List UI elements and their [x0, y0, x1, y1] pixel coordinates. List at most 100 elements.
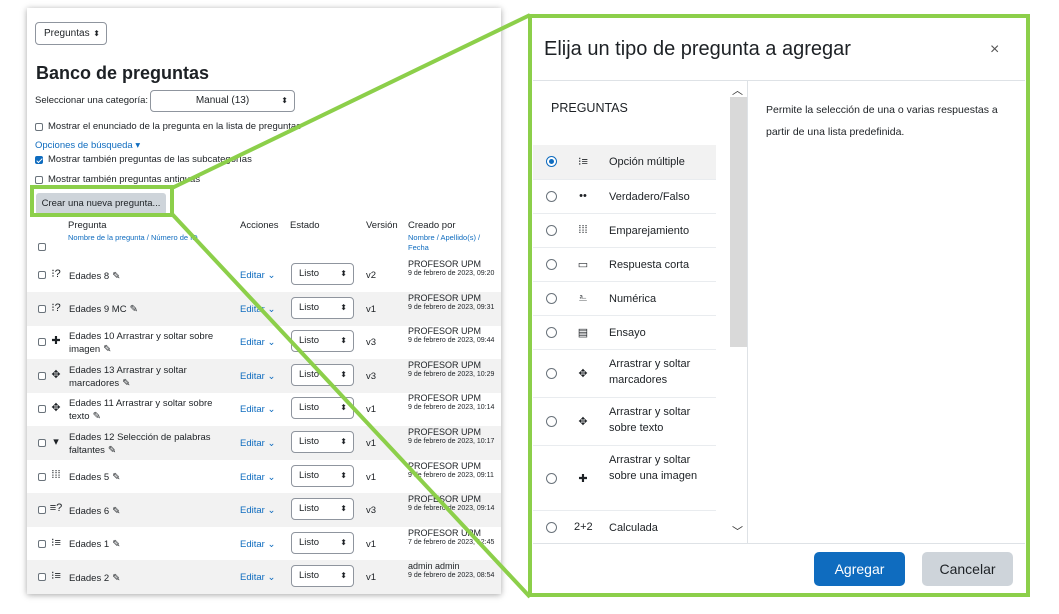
state-select[interactable]: Listo ⬍ — [291, 498, 354, 521]
question-type-radio[interactable] — [546, 156, 557, 167]
question-type-option[interactable]: ✥ Arrastrar y soltar sobre texto — [533, 397, 716, 445]
add-button[interactable]: Agregar — [814, 552, 905, 586]
chevron-down-icon: ⌄ — [267, 270, 276, 281]
pencil-icon[interactable]: ✎ — [112, 539, 120, 550]
search-options-toggle[interactable]: Opciones de búsqueda ▾ — [35, 140, 140, 151]
row-checkbox[interactable] — [38, 371, 46, 380]
edit-menu[interactable]: Editar ⌄ — [240, 371, 275, 382]
category-select[interactable]: Manual (13) ⬍ — [150, 90, 295, 112]
randomsa-icon: ≡? — [49, 502, 63, 515]
create-question-button[interactable]: Crear una nueva pregunta... — [36, 193, 166, 215]
show-old-checkbox[interactable] — [35, 176, 43, 184]
author-name: admin admin — [408, 561, 460, 572]
calculated-icon: 2+2 — [574, 521, 593, 533]
cancel-button[interactable]: Cancelar — [922, 552, 1013, 586]
row-checkbox[interactable] — [38, 405, 46, 414]
question-type-option[interactable]: ▤ Ensayo — [533, 315, 716, 349]
question-type-radio[interactable] — [546, 293, 557, 304]
question-type-label: Arrastrar y soltar sobre texto — [609, 406, 691, 434]
column-question[interactable]: Pregunta — [68, 220, 107, 231]
pencil-icon[interactable]: ✎ — [103, 344, 111, 355]
state-select[interactable]: Listo ⬍ — [291, 431, 354, 453]
question-type-option[interactable]: •• Verdadero/Falso — [533, 179, 716, 213]
edit-menu[interactable]: Editar ⌄ — [240, 304, 275, 315]
state-select[interactable]: Listo ⬍ — [291, 296, 354, 319]
pencil-icon[interactable]: ✎ — [112, 573, 120, 584]
list-scrollbar[interactable] — [730, 97, 747, 347]
pencil-icon[interactable]: ✎ — [122, 378, 130, 389]
question-type-option[interactable]: ⁞⁞⁞ Emparejamiento — [533, 213, 716, 247]
column-question-sort[interactable]: Nombre de la pregunta / Número de ID — [68, 233, 198, 243]
edit-menu[interactable]: Editar ⌄ — [240, 472, 275, 483]
author-name: PROFESOR UPM — [408, 292, 482, 303]
drag-image-icon: ✚ — [578, 472, 588, 485]
select-all-checkbox[interactable] — [38, 243, 46, 251]
edit-menu[interactable]: Editar ⌄ — [240, 438, 275, 449]
question-type-radio[interactable] — [546, 225, 557, 236]
created-by: admin admin 9 de febrero de 2023, 08:54 — [408, 561, 500, 580]
question-type-option[interactable]: 2+2 Calculada — [533, 510, 716, 543]
question-type-option[interactable]: ⎁ Numérica — [533, 281, 716, 315]
question-type-option[interactable]: ✥ Arrastrar y soltar marcadores — [533, 349, 716, 397]
edit-menu-label: Editar — [240, 438, 265, 449]
state-select[interactable]: Listo ⬍ — [291, 363, 354, 386]
question-type-radio[interactable] — [546, 522, 557, 533]
edit-menu[interactable]: Editar ⌄ — [240, 539, 275, 550]
edit-menu[interactable]: Editar ⌄ — [240, 404, 275, 415]
show-subcategories-option[interactable]: Mostrar también preguntas de las subcate… — [35, 154, 252, 166]
question-type-radio[interactable] — [546, 416, 557, 427]
question-type-list: PREGUNTAS ⁝≡ Opción múltiple •• Verdadero/F… — [533, 81, 747, 543]
column-created-sort[interactable]: Nombre / Apellido(s) / Fecha — [408, 233, 498, 253]
state-select[interactable]: Listo ⬍ — [291, 531, 354, 554]
row-checkbox[interactable] — [38, 304, 46, 313]
drag-markers-icon: ✥ — [51, 368, 61, 381]
row-checkbox[interactable] — [38, 573, 46, 582]
question-name: Edades 12 Selección de palabras faltante… — [69, 430, 219, 458]
navigation-select[interactable]: Preguntas ⬍ — [35, 22, 107, 45]
pencil-icon[interactable]: ✎ — [112, 506, 120, 517]
question-type-radio[interactable] — [546, 472, 557, 484]
question-type-radio[interactable] — [546, 327, 557, 338]
close-icon[interactable]: × — [990, 41, 999, 59]
question-type-option[interactable]: ▭ Respuesta corta — [533, 247, 716, 281]
question-type-radio[interactable] — [546, 368, 557, 379]
version-value: v1 — [366, 303, 377, 315]
pencil-icon[interactable]: ✎ — [108, 445, 116, 456]
question-type-option[interactable]: ✚ Arrastrar y soltar sobre una imagen — [533, 445, 716, 510]
question-type-option[interactable]: ⁝≡ Opción múltiple — [533, 145, 716, 179]
state-select[interactable]: Listo ⬍ — [291, 263, 354, 285]
chevron-down-icon[interactable]: ﹀ — [732, 523, 743, 539]
show-statement-checkbox[interactable] — [35, 123, 43, 131]
created-date: 9 de febrero de 2023, 09:31 — [408, 303, 495, 311]
show-old-option[interactable]: Mostrar también preguntas antiguas — [35, 174, 200, 186]
state-select[interactable]: Listo ⬍ — [291, 330, 354, 353]
row-checkbox[interactable] — [38, 506, 46, 515]
show-subcategories-checkbox[interactable] — [35, 156, 43, 164]
question-name-text: Edades 9 MC — [69, 304, 127, 316]
edit-menu[interactable]: Editar ⌄ — [240, 505, 275, 516]
row-checkbox[interactable] — [38, 472, 46, 481]
row-checkbox[interactable] — [38, 439, 46, 447]
created-by: PROFESOR UPM 9 de febrero de 2023, 10:14 — [408, 393, 500, 412]
pencil-icon[interactable]: ✎ — [93, 411, 101, 422]
show-statement-option[interactable]: Mostrar el enunciado de la pregunta en l… — [35, 121, 301, 133]
row-checkbox[interactable] — [38, 539, 46, 548]
state-select[interactable]: Listo ⬍ — [291, 397, 354, 420]
question-type-radio[interactable] — [546, 259, 557, 270]
edit-menu[interactable]: Editar ⌄ — [240, 270, 275, 281]
pencil-icon[interactable]: ✎ — [112, 472, 120, 483]
pencil-icon[interactable]: ✎ — [130, 304, 138, 315]
edit-menu[interactable]: Editar ⌄ — [240, 572, 275, 583]
pencil-icon[interactable]: ✎ — [112, 271, 120, 282]
version-value: v1 — [366, 538, 377, 550]
chevron-up-icon[interactable]: ︿ — [732, 82, 743, 98]
version-value: v2 — [366, 270, 377, 281]
state-select[interactable]: Listo ⬍ — [291, 464, 354, 487]
question-type-radio[interactable] — [546, 191, 557, 202]
multichoice-icon: ⁝≡ — [51, 570, 61, 583]
row-checkbox[interactable] — [38, 271, 46, 279]
edit-menu[interactable]: Editar ⌄ — [240, 337, 275, 348]
column-created-by: Creado por — [408, 220, 456, 231]
state-select[interactable]: Listo ⬍ — [291, 565, 354, 588]
row-checkbox[interactable] — [38, 338, 46, 347]
